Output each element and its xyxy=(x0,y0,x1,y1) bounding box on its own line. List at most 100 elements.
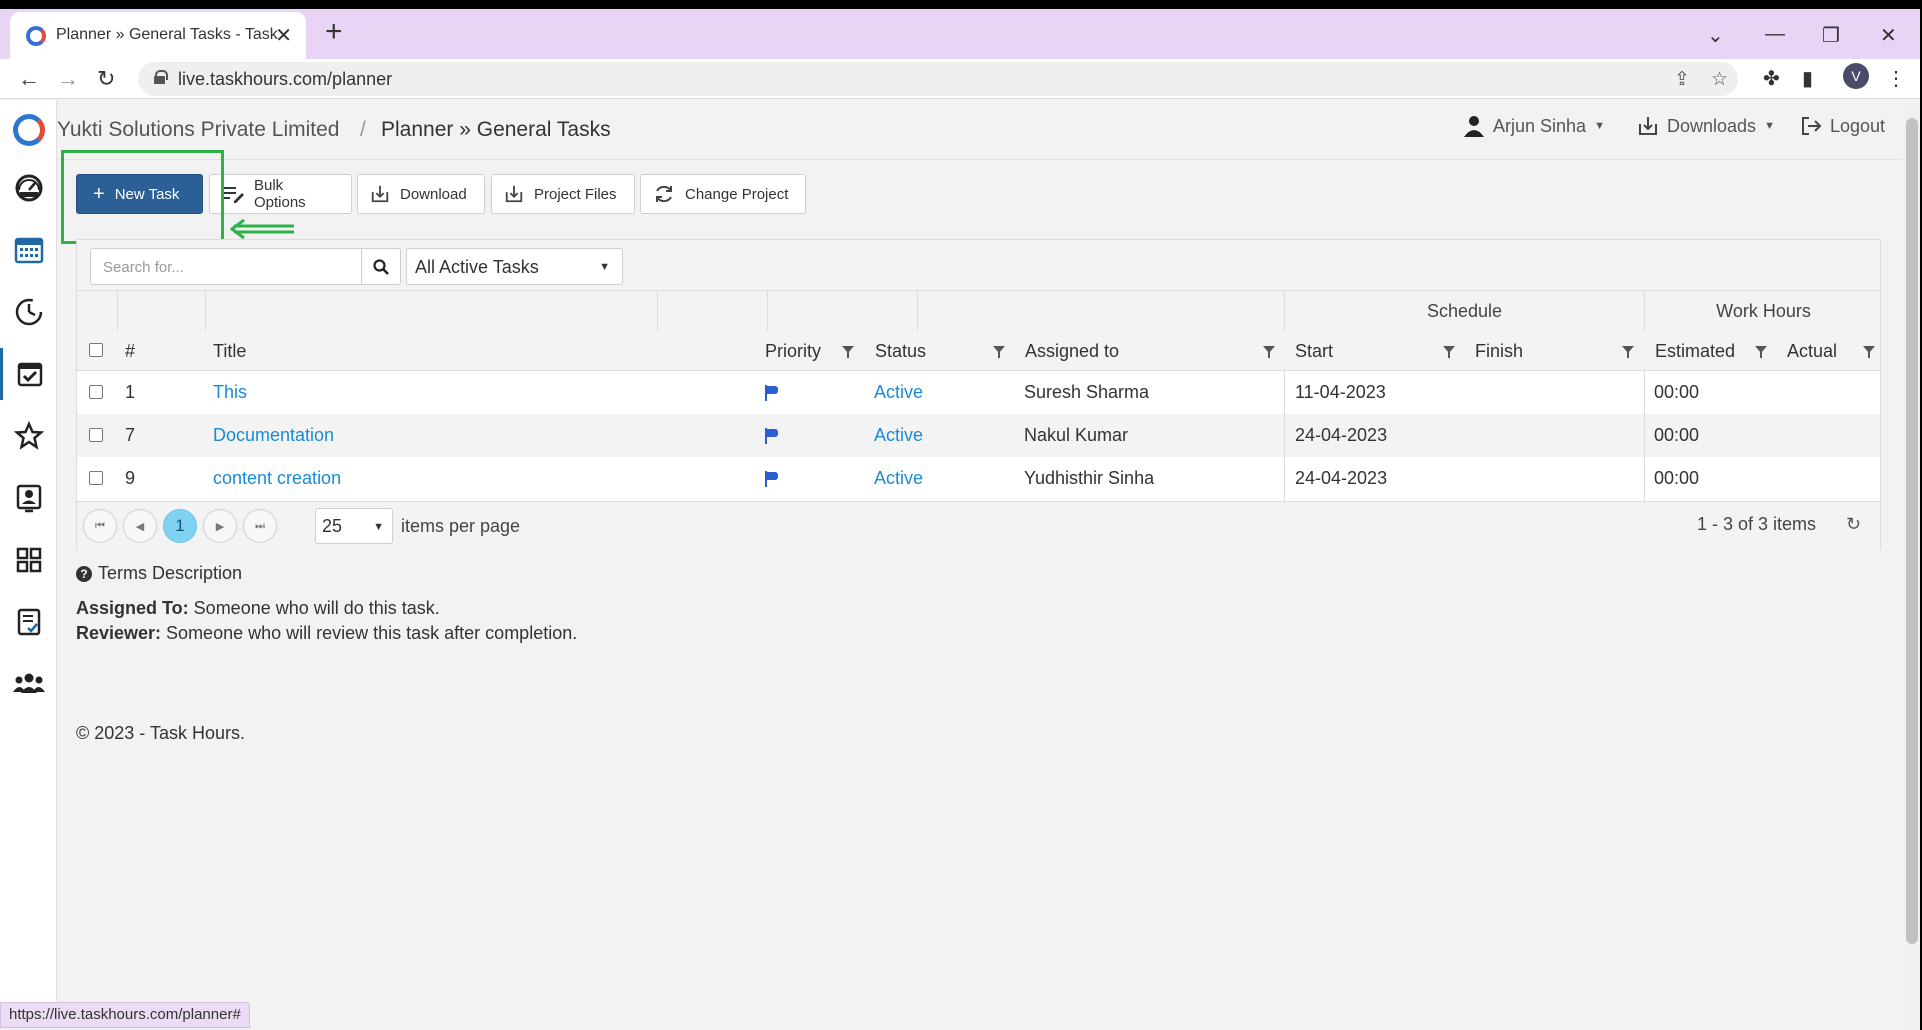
pager-summary: 1 - 3 of 3 items xyxy=(1697,514,1817,534)
sidebar-item-favorites[interactable] xyxy=(0,410,57,462)
back-icon[interactable]: ← xyxy=(18,66,40,92)
filter-funnel-icon[interactable] xyxy=(1863,346,1875,358)
tab-search-icon[interactable]: ⌄ xyxy=(1707,23,1724,48)
bulk-options-button[interactable]: Bulk Options xyxy=(209,174,352,214)
project-files-button[interactable]: Project Files xyxy=(491,174,635,214)
row-title-link[interactable]: This xyxy=(213,371,247,414)
table-row[interactable]: 9 content creation Active Yudhisthir Sin… xyxy=(77,457,1880,500)
sidebar-item-checklist[interactable] xyxy=(0,596,57,648)
search-button[interactable] xyxy=(361,248,401,285)
caret-down-icon: ▼ xyxy=(1594,120,1605,132)
change-project-button[interactable]: Change Project xyxy=(640,174,806,214)
row-checkbox[interactable] xyxy=(89,385,103,399)
logout-link[interactable]: Logout xyxy=(1800,115,1885,137)
row-title-link[interactable]: content creation xyxy=(213,457,341,500)
col-estimated[interactable]: Estimated xyxy=(1655,331,1735,371)
lock-icon[interactable] xyxy=(154,70,168,84)
last-page-icon[interactable]: ⏭ xyxy=(243,509,277,543)
filter-funnel-icon[interactable] xyxy=(1263,346,1275,358)
row-status-link[interactable]: Active xyxy=(874,414,923,457)
row-status-link[interactable]: Active xyxy=(874,371,923,414)
tab-close-icon[interactable]: ✕ xyxy=(275,23,292,48)
priority-flag-icon xyxy=(765,428,779,444)
sidebar-item-calendar[interactable] xyxy=(0,224,57,276)
group-cell xyxy=(77,291,117,331)
dashboard-gauge-icon xyxy=(15,174,42,202)
share-icon[interactable]: ⇪ xyxy=(1674,68,1690,91)
side-panel-icon[interactable]: ▮ xyxy=(1802,66,1813,91)
table-row[interactable]: 1 This Active Suresh Sharma 11-04-2023 0… xyxy=(77,371,1880,414)
filter-funnel-icon[interactable] xyxy=(1443,346,1455,358)
select-all-checkbox[interactable] xyxy=(89,343,103,357)
window-close-icon[interactable]: ✕ xyxy=(1880,23,1897,48)
col-start[interactable]: Start xyxy=(1295,331,1333,371)
url-field[interactable]: live.taskhours.com/planner ⇪ ☆ xyxy=(138,62,1738,96)
sidebar-item-projects[interactable] xyxy=(0,534,57,586)
col-priority[interactable]: Priority xyxy=(765,331,821,371)
annotation-arrow-icon xyxy=(230,218,294,240)
column-group-header: Schedule Work Hours xyxy=(77,291,1880,331)
favicon-icon xyxy=(26,26,46,46)
bookmark-star-icon[interactable]: ☆ xyxy=(1711,68,1728,91)
row-start: 11-04-2023 xyxy=(1295,382,1386,402)
row-title-link[interactable]: Documentation xyxy=(213,414,334,457)
browser-menu-icon[interactable]: ⋮ xyxy=(1886,66,1906,91)
col-assigned[interactable]: Assigned to xyxy=(1025,331,1119,371)
sidebar-item-team[interactable] xyxy=(0,658,57,710)
reload-icon[interactable]: ↻ xyxy=(97,66,115,92)
checklist-icon xyxy=(17,608,40,636)
extensions-icon[interactable]: ✤ xyxy=(1763,66,1780,91)
download-button[interactable]: Download xyxy=(357,174,485,214)
row-status-link[interactable]: Active xyxy=(874,457,923,500)
row-assigned: Nakul Kumar xyxy=(1024,425,1129,445)
minimize-icon[interactable]: — xyxy=(1765,23,1785,46)
sidebar-item-profile[interactable] xyxy=(0,472,57,524)
sidebar-item-dashboard[interactable] xyxy=(0,162,57,214)
items-per-page-label: items per page xyxy=(401,516,521,536)
row-assigned: Suresh Sharma xyxy=(1024,382,1150,402)
address-bar: ← → ↻ live.taskhours.com/planner ⇪ ☆ xyxy=(0,59,1922,99)
row-checkbox[interactable] xyxy=(89,471,103,485)
refresh-icon[interactable]: ↻ xyxy=(1846,514,1861,535)
user-icon xyxy=(1464,116,1484,137)
downloads-menu[interactable]: Downloads ▼ xyxy=(1637,115,1775,137)
row-checkbox[interactable] xyxy=(89,428,103,442)
new-tab-icon[interactable]: + xyxy=(325,17,343,47)
grid-apps-icon xyxy=(16,547,41,573)
tasks-grid: Search for... All Active Tasks ▼ Schedul… xyxy=(76,239,1881,550)
footer-copyright: © 2023 - Task Hours. xyxy=(76,723,246,743)
app-logo-icon[interactable] xyxy=(13,114,45,146)
filter-funnel-icon[interactable] xyxy=(842,346,854,358)
col-finish[interactable]: Finish xyxy=(1475,331,1523,371)
scrollbar-thumb[interactable] xyxy=(1906,118,1918,944)
sidebar-item-timesheet[interactable] xyxy=(0,286,57,338)
filter-funnel-icon[interactable] xyxy=(993,346,1005,358)
page-scrollbar[interactable] xyxy=(1902,100,1922,1030)
col-num[interactable]: # xyxy=(125,331,135,371)
prev-page-icon[interactable]: ◀ xyxy=(123,509,157,543)
group-cell xyxy=(205,291,657,331)
filter-funnel-icon[interactable] xyxy=(1622,346,1634,358)
star-icon xyxy=(13,421,44,450)
profile-avatar[interactable]: V xyxy=(1843,63,1869,89)
sidebar-item-planner[interactable] xyxy=(0,348,57,400)
breadcrumb-org[interactable]: Yukti Solutions Private Limited xyxy=(57,118,339,142)
search-input[interactable]: Search for... xyxy=(90,248,362,285)
page-button-current[interactable]: 1 xyxy=(163,509,197,543)
restore-icon[interactable]: ❐ xyxy=(1822,23,1840,48)
search-icon xyxy=(373,258,389,275)
page-size-select[interactable]: 25 ▼ xyxy=(315,508,393,544)
status-url: https://live.taskhours.com/planner# xyxy=(0,1002,250,1028)
first-page-icon[interactable]: ⏮ xyxy=(83,509,117,543)
col-status[interactable]: Status xyxy=(875,331,926,371)
col-actual[interactable]: Actual xyxy=(1787,331,1837,371)
forward-icon[interactable]: → xyxy=(57,66,79,92)
task-filter-select[interactable]: All Active Tasks ▼ xyxy=(406,248,623,285)
browser-tab[interactable]: Planner » General Tasks - Task Hours ✕ xyxy=(10,12,306,59)
filter-funnel-icon[interactable] xyxy=(1755,346,1767,358)
col-title[interactable]: Title xyxy=(213,331,246,371)
next-page-icon[interactable]: ▶ xyxy=(203,509,237,543)
table-row[interactable]: 7 Documentation Active Nakul Kumar 24-04… xyxy=(77,414,1880,457)
user-menu[interactable]: Arjun Sinha ▼ xyxy=(1463,115,1605,137)
group-cell xyxy=(917,291,1284,331)
